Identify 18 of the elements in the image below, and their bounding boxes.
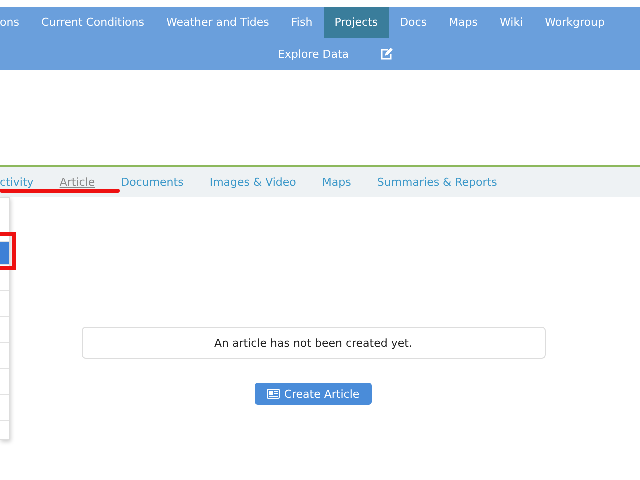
tab[interactable]: Maps [322,176,352,188]
nav-link[interactable]: ons [0,7,30,38]
tab[interactable]: Summaries & Reports [377,176,498,188]
nav-link[interactable]: Current Conditions [30,7,156,38]
nav-link[interactable]: Projects [324,7,390,38]
nav-link[interactable]: Fish [280,7,324,38]
create-article-button[interactable]: Create Article [255,383,372,405]
nav-link[interactable]: Docs [389,7,438,38]
nav-link[interactable]: Maps [438,7,490,38]
tab[interactable]: ctivity [0,176,34,188]
nav-link[interactable]: Workgroup [534,7,616,38]
tab[interactable]: Documents [121,176,184,188]
nav-link[interactable]: Wiki [489,7,534,38]
nav-link[interactable]: Weather and Tides [155,7,280,38]
nav-link[interactable]: Explore Data [266,48,360,60]
tab[interactable]: Article [60,176,96,188]
tab[interactable]: Images & Video [210,176,296,188]
message-box: An article has not been created yet. [82,327,546,359]
